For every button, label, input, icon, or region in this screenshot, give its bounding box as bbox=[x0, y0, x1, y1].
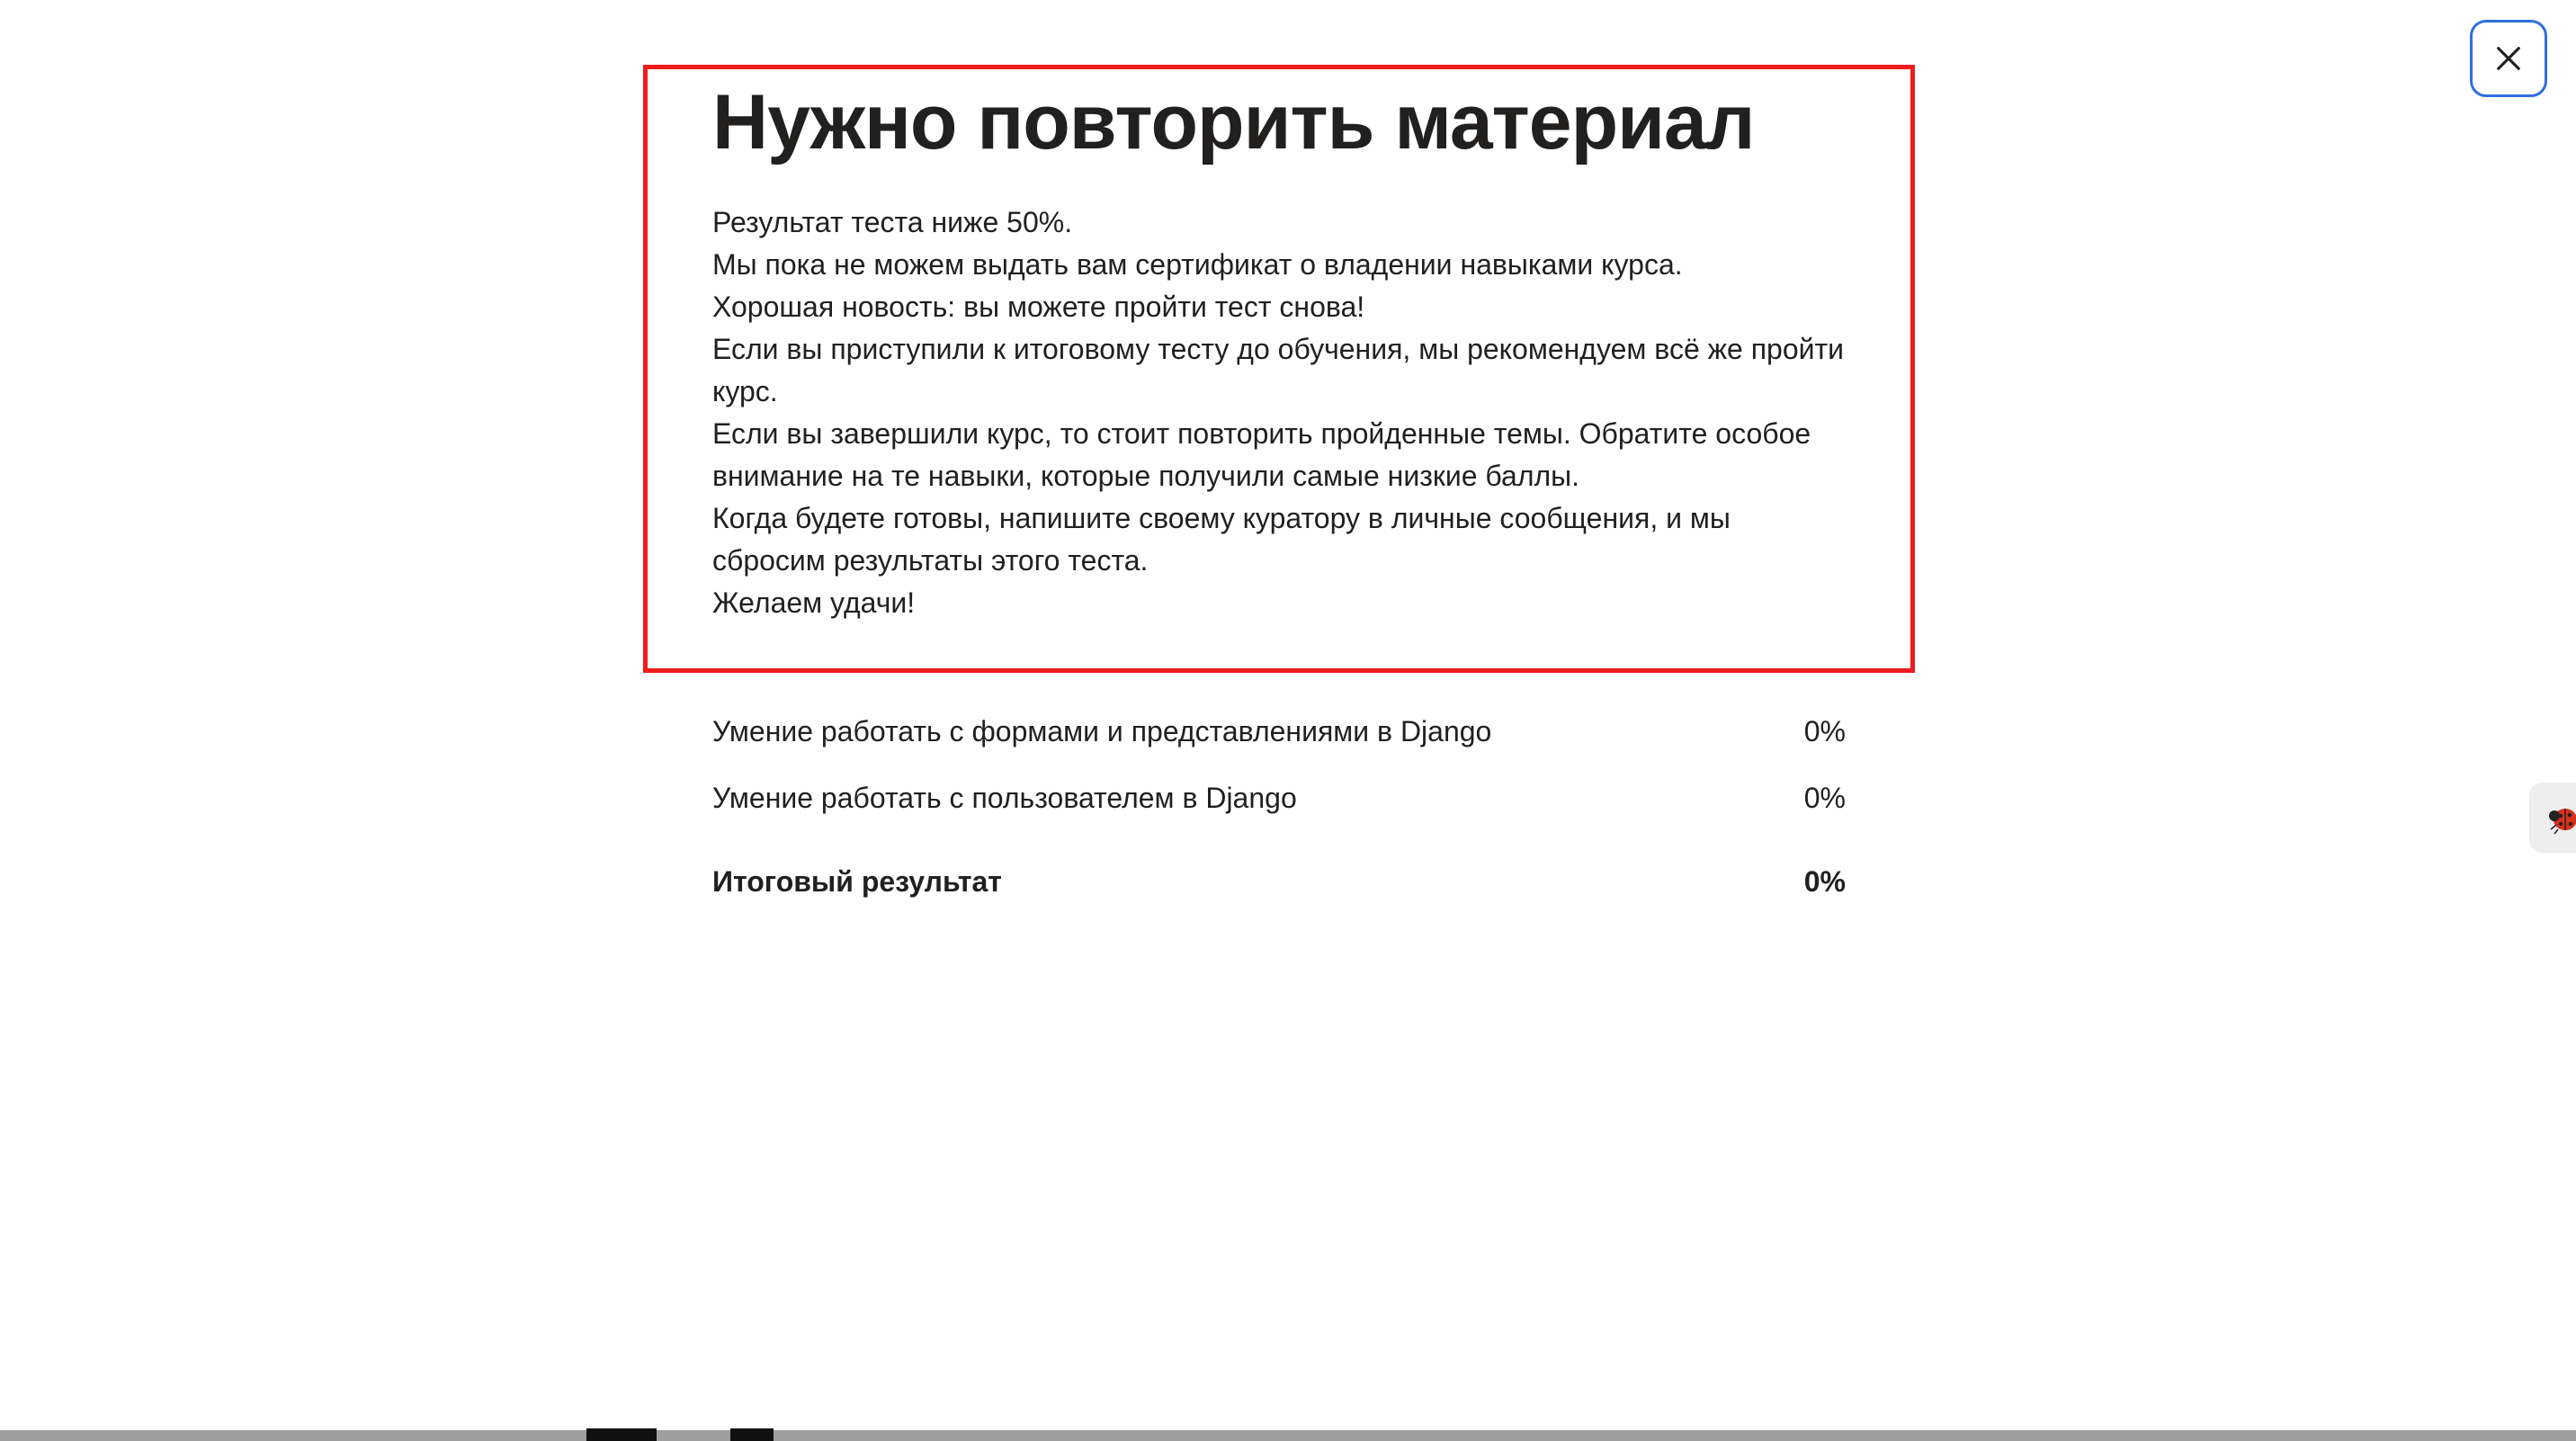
result-message-block: Нужно повторить материал Результат теста… bbox=[712, 76, 1847, 624]
background-page-strip bbox=[0, 1430, 2576, 1441]
page-title: Нужно повторить материал bbox=[712, 79, 1755, 166]
ladybug-icon bbox=[2549, 809, 2576, 835]
message-line: Желаем удачи! bbox=[712, 586, 916, 619]
background-illustration bbox=[586, 1428, 657, 1441]
total-row: Итоговый результат 0% bbox=[712, 846, 1846, 917]
skill-score: 0% bbox=[1803, 714, 1846, 747]
message-line: Если вы завершили курс, то стоит повтори… bbox=[712, 417, 1811, 492]
skill-label: Умение работать с пользователем в Django bbox=[712, 781, 1297, 814]
skill-score: 0% bbox=[1803, 781, 1846, 814]
message-line: Когда будете готовы, напишите своему кур… bbox=[712, 502, 1731, 577]
skill-label: Умение работать с формами и представлени… bbox=[712, 714, 1492, 747]
result-message: Результат теста ниже 50%. Мы пока не мож… bbox=[712, 201, 1847, 624]
skill-row: Умение работать с формами и представлени… bbox=[712, 698, 1846, 765]
skill-results: Умение работать с формами и представлени… bbox=[712, 698, 1846, 917]
skill-row: Умение работать с пользователем в Django… bbox=[712, 765, 1846, 831]
close-icon bbox=[2497, 47, 2520, 70]
close-button[interactable] bbox=[2470, 20, 2547, 97]
background-illustration bbox=[730, 1428, 774, 1441]
total-label: Итоговый результат bbox=[712, 864, 1002, 898]
message-line: Хорошая новость: вы можете пройти тест с… bbox=[712, 291, 1365, 323]
message-line: Результат теста ниже 50%. bbox=[712, 206, 1073, 238]
bug-report-tab[interactable] bbox=[2529, 783, 2576, 853]
total-score: 0% bbox=[1803, 864, 1846, 898]
message-line: Если вы приступили к итоговому тесту до … bbox=[712, 333, 1845, 407]
message-line: Мы пока не можем выдать вам сертификат о… bbox=[712, 248, 1683, 281]
results-page: Нужно повторить материал Результат теста… bbox=[0, 0, 2576, 1441]
